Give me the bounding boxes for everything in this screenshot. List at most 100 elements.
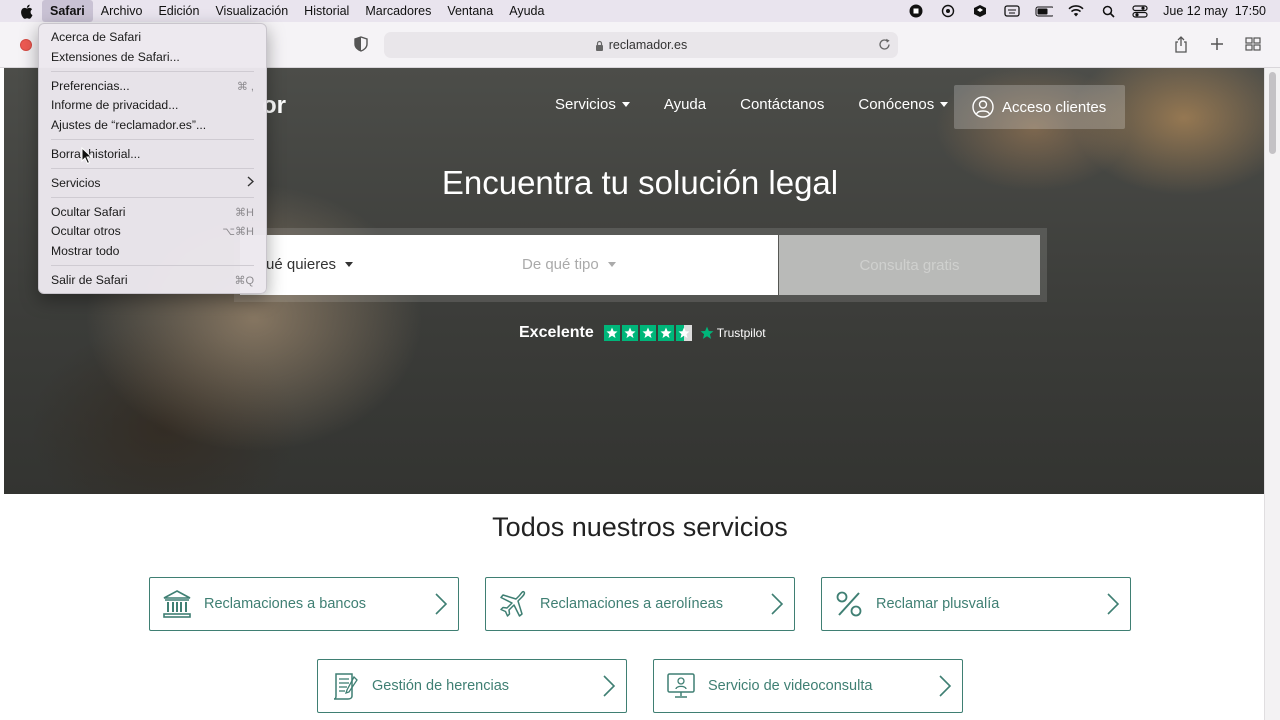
menu-separator (51, 197, 254, 198)
mouse-cursor-icon (81, 146, 93, 165)
nav-ayuda[interactable]: Ayuda (664, 96, 706, 113)
chevron-right-icon (602, 674, 616, 698)
nav-contactanos-label: Contáctanos (740, 96, 825, 113)
menuitem-label: Mostrar todo (51, 244, 120, 258)
menuitem-servicios[interactable]: Servicios (51, 174, 255, 192)
service-videoconsulta-label: Servicio de videoconsulta (708, 678, 873, 694)
menu-edicion[interactable]: Edición (150, 0, 207, 22)
service-plusvalia-label: Reclamar plusvalía (876, 596, 1000, 612)
menubar-clock[interactable]: Jue 12 may 17:50 (1163, 4, 1266, 18)
chevron-down-icon (940, 102, 949, 107)
menuitem-extensiones[interactable]: Extensiones de Safari... (51, 48, 254, 66)
menuitem-mostrar-todo[interactable]: Mostrar todo (51, 242, 254, 260)
services-title: Todos nuestros servicios (492, 512, 788, 542)
menuitem-ocultar-safari[interactable]: Ocultar Safari ⌘H (51, 203, 254, 221)
nav-servicios[interactable]: Servicios (555, 96, 630, 113)
consulta-gratis-button[interactable]: Consulta gratis (779, 235, 1040, 295)
service-videoconsulta-button[interactable]: Servicio de videoconsulta (653, 659, 963, 713)
service-aerolineas-button[interactable]: Reclamaciones a aerolíneas (485, 577, 795, 631)
app-cube-icon[interactable] (971, 2, 989, 20)
battery-icon[interactable] (1035, 2, 1054, 20)
apple-icon[interactable] (18, 3, 34, 19)
reload-icon[interactable] (878, 38, 892, 52)
menu-visualizacion[interactable]: Visualización (207, 0, 296, 22)
menuitem-acerca-de-safari[interactable]: Acerca de Safari (51, 28, 254, 46)
menu-separator (51, 168, 254, 169)
service-aerolineas-label: Reclamaciones a aerolíneas (540, 596, 723, 612)
select-what-label: ué quieres (266, 256, 337, 273)
airplay-audio-icon[interactable] (939, 2, 957, 20)
privacy-shield-icon[interactable] (354, 36, 370, 54)
menu-archivo[interactable]: Archivo (93, 0, 151, 22)
share-icon[interactable] (1172, 35, 1190, 53)
rating-label: Excelente (519, 324, 594, 341)
keyboard-icon[interactable] (1003, 2, 1021, 20)
rating-stars (603, 325, 692, 341)
star-icon (657, 325, 674, 341)
service-plusvalia-button[interactable]: Reclamar plusvalía (821, 577, 1131, 631)
menuitem-preferencias[interactable]: Preferencias... ⌘ , (51, 77, 254, 95)
search-selects: ué quieres De qué tipo (240, 235, 778, 295)
menu-safari[interactable]: Safari (42, 0, 93, 22)
nav-contactanos[interactable]: Contáctanos (740, 96, 824, 113)
scrollbar-thumb[interactable] (1269, 72, 1276, 154)
star-icon (603, 325, 620, 341)
nav-conocenos[interactable]: Conócenos (858, 96, 949, 113)
tab-overview-icon[interactable] (1244, 35, 1262, 53)
menuitem-ocultar-otros[interactable]: Ocultar otros ⌥⌘H (51, 222, 254, 240)
menuitem-ajustes-sitio[interactable]: Ajustes de “reclamador.es”... (51, 116, 254, 134)
menu-separator (51, 265, 254, 266)
menuitem-salir-de-safari[interactable]: Salir de Safari ⌘Q (51, 271, 254, 289)
nav-ayuda-label: Ayuda (663, 96, 707, 113)
main-nav: Servicios Ayuda Contáctanos Conócenos (555, 96, 949, 113)
address-bar[interactable]: reclamador.es (384, 32, 898, 58)
acceso-clientes-button[interactable]: Acceso clientes (954, 85, 1125, 129)
menuitem-label: Acerca de Safari (51, 30, 142, 44)
spotlight-search-icon[interactable] (1099, 2, 1117, 20)
menuitem-shortcut: ⌘Q (234, 274, 254, 287)
acceso-clientes-label: Acceso clientes (1002, 98, 1107, 116)
screen: Safari Archivo Edición Visualización His… (0, 0, 1280, 720)
trustpilot-logo: Trustpilot (700, 326, 766, 340)
menu-ventana[interactable]: Ventana (439, 0, 501, 22)
wifi-icon[interactable] (1067, 2, 1085, 20)
menuitem-label: Ajustes de “reclamador.es”... (51, 118, 207, 132)
status-area: Jue 12 may 17:50 (907, 0, 1266, 22)
trustpilot-label: Trustpilot (716, 326, 766, 340)
trustpilot-rating[interactable]: Excelente Trustpilot (519, 324, 766, 342)
menuitem-label: Salir de Safari (51, 273, 128, 287)
menuitem-label: Extensiones de Safari... (51, 50, 180, 64)
nav-servicios-label: Servicios (555, 96, 616, 113)
consulta-search-box: ué quieres De qué tipo Consulta gratis (234, 228, 1047, 302)
close-window-button[interactable] (20, 39, 32, 51)
menu-ayuda[interactable]: Ayuda (501, 0, 552, 22)
chevron-right-icon (434, 592, 448, 616)
menuitem-informe-privacidad[interactable]: Informe de privacidad... (51, 96, 254, 114)
toolbar-actions (1172, 35, 1262, 53)
safari-app-menu: Acerca de Safari Extensiones de Safari..… (38, 23, 267, 294)
service-herencias-button[interactable]: Gestión de herencias (317, 659, 627, 713)
chevron-down-icon (345, 262, 354, 267)
address-url: reclamador.es (608, 38, 688, 52)
page-scrollbar[interactable] (1264, 68, 1280, 720)
star-icon (639, 325, 656, 341)
record-icon[interactable] (907, 2, 925, 20)
select-what[interactable]: ué quieres (266, 256, 354, 273)
menubar: Safari Archivo Edición Visualización His… (0, 0, 1280, 22)
lock-icon (595, 40, 604, 51)
menuitem-label: Ocultar Safari (51, 205, 126, 219)
bank-icon (162, 589, 192, 619)
menuitem-shortcut: ⌥⌘H (222, 225, 254, 238)
menu-marcadores[interactable]: Marcadores (357, 0, 439, 22)
menuitem-label: Preferencias... (51, 79, 130, 93)
service-bancos-label: Reclamaciones a bancos (204, 596, 367, 612)
menuitem-label: Informe de privacidad... (51, 98, 179, 112)
select-type-label: De qué tipo (522, 256, 599, 273)
submenu-chevron-right-icon (247, 176, 255, 190)
menu-historial[interactable]: Historial (296, 0, 357, 22)
user-icon (972, 96, 994, 118)
service-bancos-button[interactable]: Reclamaciones a bancos (149, 577, 459, 631)
select-type[interactable]: De qué tipo (522, 256, 616, 273)
new-tab-plus-icon[interactable] (1208, 35, 1226, 53)
control-center-icon[interactable] (1131, 2, 1149, 20)
